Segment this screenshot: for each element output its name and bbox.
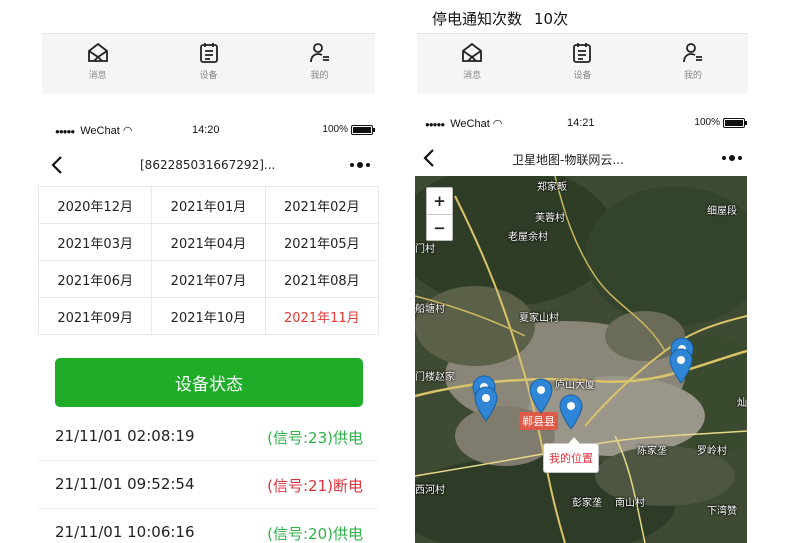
signal-carrier: ●●●●● WeChat ◠	[425, 118, 503, 130]
month-cell[interactable]: 2021年10月	[151, 297, 266, 335]
tab-devices[interactable]: 设备	[527, 34, 637, 94]
list-item: 21/11/01 10:06:16 (信号:20)供电	[38, 509, 379, 543]
page-title: 卫星地图-物联网云...	[512, 153, 624, 167]
more-options-icon[interactable]	[722, 151, 742, 165]
tab-label: 消息	[463, 71, 482, 81]
map-place-label: 夏家山村	[519, 313, 559, 324]
month-cell[interactable]: 2021年02月	[264, 186, 380, 224]
page-title: [862285031667292]...	[140, 158, 276, 172]
device-location-pin-icon[interactable]	[558, 394, 584, 430]
month-cell-selected[interactable]: 2021年11月	[264, 297, 380, 335]
battery-icon	[723, 117, 747, 128]
month-cell[interactable]: 2021年08月	[264, 260, 380, 298]
map-place-label: 下湾赞	[707, 506, 737, 517]
user-profile-icon	[682, 43, 702, 63]
map-place-label: 门村	[415, 244, 435, 255]
left-nav-bar: [862285031667292]...	[48, 150, 370, 184]
notice-label: 停电通知次数	[432, 10, 523, 28]
zoom-out-button[interactable]: −	[427, 214, 452, 240]
map-place-label: 船塘村	[415, 304, 445, 315]
battery-indicator: 100%	[694, 117, 747, 128]
map-place-label: 郑家畈	[537, 182, 567, 193]
tab-messages[interactable]: 消息	[42, 34, 153, 94]
month-cell[interactable]: 2021年04月	[151, 223, 266, 261]
device-list-icon	[199, 43, 218, 63]
status-time: 14:21	[567, 117, 595, 129]
user-profile-icon	[309, 43, 329, 63]
county-label: 郸县县	[519, 412, 558, 430]
zoom-control: + −	[426, 187, 453, 241]
map-place-label: 南山村	[615, 498, 645, 509]
tab-profile[interactable]: 我的	[638, 34, 748, 94]
month-cell[interactable]: 2021年06月	[37, 260, 153, 298]
battery-indicator: 100%	[322, 124, 375, 135]
left-status-bar: ●●●●● WeChat ◠ 14:20 100%	[55, 120, 375, 142]
map-place-label: 陈家垄	[637, 446, 667, 457]
month-grid: 2020年12月 2021年01月 2021年02月 2021年03月 2021…	[37, 186, 380, 335]
map-place-label: 老屋余村	[508, 232, 548, 243]
record-time: 21/11/01 09:52:54	[55, 475, 195, 493]
tab-profile[interactable]: 我的	[264, 34, 375, 94]
tab-label: 设备	[199, 71, 218, 81]
device-status-button[interactable]: 设备状态	[55, 358, 363, 407]
satellite-map[interactable]: 郑家畈 芙蓉村 老屋余村 细屋段 门村 船塘村 夏家山村 门楼赵家 庐山大厦 陈…	[415, 176, 747, 543]
month-cell[interactable]: 2021年09月	[37, 297, 153, 335]
right-status-bar: ●●●●● WeChat ◠ 14:21 100%	[425, 113, 747, 135]
record-time: 21/11/01 02:08:19	[55, 427, 195, 445]
battery-icon	[351, 124, 375, 135]
map-place-label: 庐山大厦	[555, 380, 595, 391]
device-list-icon	[573, 43, 592, 63]
record-status: (信号:20)供电	[267, 525, 363, 543]
map-place-label: 细屋段	[707, 206, 737, 217]
device-location-pin-icon[interactable]	[528, 378, 554, 414]
signal-carrier: ●●●●● WeChat ◠	[55, 125, 133, 137]
month-cell[interactable]: 2020年12月	[37, 186, 153, 224]
right-nav-bar: 卫星地图-物联网云...	[420, 143, 742, 177]
tab-label: 设备	[573, 71, 592, 81]
device-location-pin-icon[interactable]	[473, 386, 499, 422]
map-place-label: 芙蓉村	[535, 213, 565, 224]
map-place-label: 罗岭村	[697, 446, 727, 457]
tab-label: 消息	[88, 71, 107, 81]
record-time: 21/11/01 10:06:16	[55, 523, 195, 541]
map-place-label: 西河村	[415, 485, 445, 496]
wifi-icon: ◠	[122, 125, 133, 137]
satellite-terrain	[415, 176, 747, 543]
record-status: (信号:21)断电	[267, 477, 363, 495]
status-time: 14:20	[192, 124, 220, 136]
more-options-icon[interactable]	[350, 158, 370, 172]
map-place-label: 彭家垄	[572, 498, 602, 509]
back-chevron-icon[interactable]	[420, 145, 440, 171]
message-envelope-icon	[87, 42, 108, 62]
left-tab-bar: 消息 设备 我的	[42, 33, 375, 94]
month-cell[interactable]: 2021年03月	[37, 223, 153, 261]
wifi-icon: ◠	[492, 118, 503, 130]
tab-label: 我的	[310, 71, 329, 81]
month-cell[interactable]: 2021年01月	[151, 186, 266, 224]
outage-notice-count: 停电通知次数 10次	[432, 8, 568, 29]
notice-value: 10次	[534, 10, 569, 28]
record-status: (信号:23)供电	[267, 429, 363, 447]
device-location-pin-icon[interactable]	[668, 348, 694, 384]
tab-devices[interactable]: 设备	[153, 34, 264, 94]
power-record-list: 21/11/01 02:08:19 (信号:23)供电 21/11/01 09:…	[38, 413, 379, 543]
map-place-label: 门楼赵家	[415, 372, 455, 383]
zoom-in-button[interactable]: +	[427, 188, 452, 214]
right-tab-bar: 消息 设备 我的	[417, 33, 748, 94]
map-place-label: 灿	[737, 398, 747, 409]
my-location-callout[interactable]: 我的位置	[543, 437, 599, 473]
back-chevron-icon[interactable]	[48, 152, 68, 178]
month-cell[interactable]: 2021年07月	[151, 260, 266, 298]
month-cell[interactable]: 2021年05月	[264, 223, 380, 261]
list-item: 21/11/01 09:52:54 (信号:21)断电	[38, 461, 379, 509]
tab-messages[interactable]: 消息	[417, 34, 527, 94]
list-item: 21/11/01 02:08:19 (信号:23)供电	[38, 413, 379, 461]
message-envelope-icon	[462, 42, 483, 62]
tab-label: 我的	[683, 71, 702, 81]
